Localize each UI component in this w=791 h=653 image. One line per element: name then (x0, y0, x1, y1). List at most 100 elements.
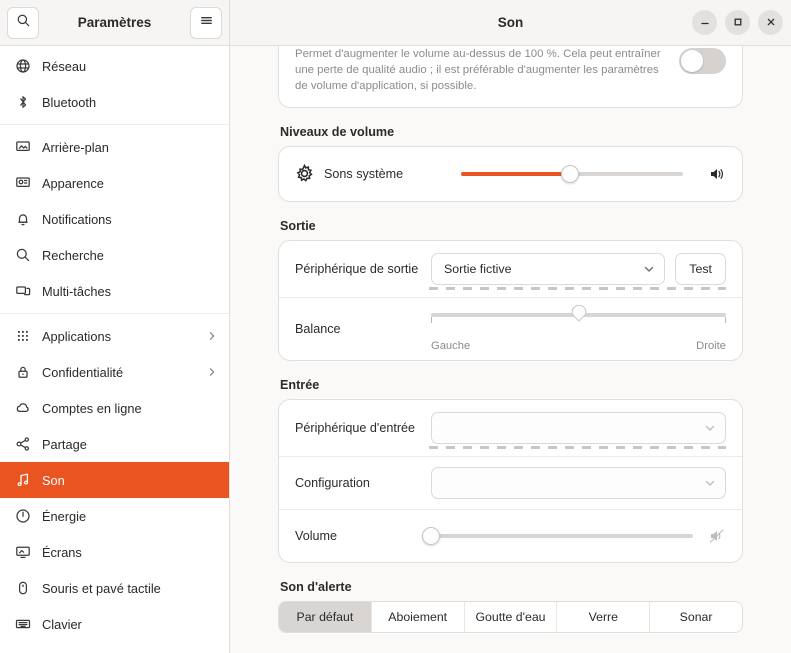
chevron-right-icon (209, 368, 215, 376)
configuration-label: Configuration (295, 475, 370, 490)
sidebar-item-label: Écrans (42, 544, 82, 560)
alert-sound-segmented-control[interactable]: Par défaut Aboiement Goutte d'eau Verre Sona… (278, 600, 743, 633)
sidebar-item-label: Bluetooth (42, 94, 97, 110)
input-device-row: Périphérique d'entrée (279, 400, 742, 456)
alert-sound-option[interactable]: Par défaut (279, 601, 372, 632)
output-device-dropdown[interactable]: Sortie fictive (431, 252, 666, 285)
bell-icon (14, 211, 31, 228)
alert-sound-option[interactable]: Verre (557, 601, 651, 632)
overamplification-toggle[interactable] (679, 48, 726, 74)
chevron-down-icon (645, 266, 654, 272)
maximize-icon (733, 14, 743, 32)
overamplification-card: Permet d'augmenter le volume au-dessus d… (278, 46, 743, 108)
search-icon (14, 247, 31, 264)
sidebar-item-label: Partage (42, 436, 87, 452)
slider-handle[interactable] (560, 164, 579, 183)
sidebar-separator (0, 313, 229, 314)
slider-track (431, 533, 693, 538)
balance-row: Balance Gauche Droite (279, 298, 742, 360)
cloud-icon (14, 400, 31, 417)
maximize-button[interactable] (725, 10, 750, 35)
alert-sound-option[interactable]: Goutte d'eau (465, 601, 558, 632)
sidebar-header: Paramètres (0, 0, 229, 46)
menu-button[interactable] (190, 6, 222, 39)
sidebar-item-label: Énergie (42, 508, 87, 524)
balance-right-label: Droite (696, 339, 726, 352)
bluetooth-icon (14, 94, 31, 111)
sidebar-item-list: Réseau Bluetooth Arrière-plan Apparence Noti… (0, 46, 229, 653)
sidebar-item-label: Arrière-plan (42, 139, 109, 155)
window-titlebar: Son (230, 0, 791, 46)
output-title: Sortie (280, 218, 316, 233)
system-sounds-label: Sons système (324, 166, 404, 181)
volume-levels-card: Sons système (278, 145, 743, 202)
output-card: Périphérique de sortie Sortie fictive Te… (278, 239, 743, 361)
sidebar-item-multi-taches[interactable]: Multi-tâches (0, 273, 229, 309)
output-device-value: Sortie fictive (444, 261, 512, 276)
sidebar-separator (0, 124, 229, 125)
sidebar-item-souris-et-pave-tactile[interactable]: Souris et pavé tactile (0, 570, 229, 606)
slider-fill (461, 171, 570, 176)
speaker-muted-icon[interactable] (707, 526, 726, 545)
search-button[interactable] (7, 6, 39, 39)
configuration-dropdown[interactable] (431, 466, 726, 499)
sidebar-item-label: Comptes en ligne (42, 400, 142, 416)
sidebar-item-arriere-plan[interactable]: Arrière-plan (0, 129, 229, 165)
input-volume-slider[interactable] (422, 526, 693, 545)
sidebar-item-label: Confidentialité (42, 364, 124, 380)
input-device-dropdown[interactable] (431, 411, 726, 444)
overamplification-description: Permet d'augmenter le volume au-dessus d… (295, 48, 661, 93)
alert-sound-option[interactable]: Sonar (650, 602, 742, 632)
balance-slider[interactable] (431, 304, 726, 324)
appearance-icon (14, 175, 31, 192)
sidebar-item-partage[interactable]: Partage (0, 426, 229, 462)
minimize-icon (700, 14, 710, 32)
output-device-row: Périphérique de sortie Sortie fictive Te… (279, 241, 742, 297)
sidebar: Paramètres Réseau Bluetooth Arrière-plan Ap… (0, 0, 230, 653)
sidebar-item-apparence[interactable]: Apparence (0, 165, 229, 201)
chevron-down-icon (705, 480, 715, 486)
display-icon (14, 544, 31, 561)
network-globe-icon (14, 58, 31, 75)
keyboard-icon (14, 616, 31, 633)
sidebar-item-recherche[interactable]: Recherche (0, 237, 229, 273)
sidebar-item-ecrans[interactable]: Écrans (0, 534, 229, 570)
music-note-icon (14, 472, 31, 489)
input-device-label: Périphérique d'entrée (295, 420, 416, 435)
background-icon (14, 139, 31, 156)
input-device-underline (429, 445, 726, 449)
sidebar-item-label: Notifications (42, 211, 112, 227)
sidebar-item-clavier[interactable]: Clavier (0, 606, 229, 642)
input-title: Entrée (280, 377, 320, 392)
balance-handle[interactable] (570, 304, 587, 322)
multitasking-icon (14, 283, 31, 300)
sidebar-item-label: Apparence (42, 175, 104, 191)
share-icon (14, 436, 31, 453)
slider-handle[interactable] (422, 526, 440, 545)
minimize-button[interactable] (692, 10, 717, 35)
system-sounds-slider[interactable] (461, 164, 683, 183)
sidebar-item-notifications[interactable]: Notifications (0, 201, 229, 237)
sidebar-item-reseau[interactable]: Réseau (0, 48, 229, 84)
close-button[interactable] (758, 10, 783, 35)
sidebar-item-confidentialite[interactable]: Confidentialité (0, 354, 229, 390)
sidebar-item-comptes-en-ligne[interactable]: Comptes en ligne (0, 390, 229, 426)
system-sounds-row: Sons système (279, 147, 742, 201)
test-button[interactable]: Test (675, 252, 726, 285)
chevron-down-icon (705, 425, 715, 431)
sidebar-item-label: Multi-tâches (42, 283, 111, 299)
search-icon (16, 13, 31, 33)
sidebar-item-label: Clavier (42, 616, 82, 632)
sidebar-item-bluetooth[interactable]: Bluetooth (0, 84, 229, 120)
alert-sound-option[interactable]: Aboiement (372, 601, 465, 632)
speaker-high-icon[interactable] (707, 164, 726, 183)
sidebar-item-energie[interactable]: Énergie (0, 498, 229, 534)
sidebar-item-son[interactable]: Son (0, 462, 229, 498)
lock-icon (14, 364, 31, 381)
alert-sound-title: Son d'alerte (280, 579, 352, 594)
sidebar-item-applications[interactable]: Applications (0, 318, 229, 354)
sidebar-item-imprimantes[interactable]: Imprimantes (0, 642, 229, 653)
settings-content[interactable]: Permet d'augmenter le volume au-dessus d… (230, 46, 791, 653)
main-panel: Son Permet d'augmenter le volume au-dess… (230, 0, 791, 653)
chevron-right-icon (209, 332, 215, 340)
